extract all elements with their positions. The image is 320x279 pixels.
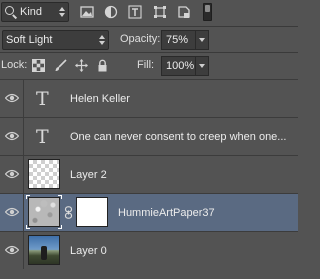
visibility-toggle[interactable]	[0, 194, 24, 231]
lock-transparent-pixels-icon[interactable]	[32, 59, 45, 72]
lock-options-row: Lock: Fill: 100%	[0, 52, 298, 78]
opacity-label: Opacity:	[120, 33, 161, 45]
layer-mask-thumbnail[interactable]	[76, 197, 108, 227]
layer-row-layer-0[interactable]: Layer 0	[0, 231, 298, 269]
layer-thumbnail[interactable]	[28, 235, 60, 265]
opacity-dropdown-button[interactable]	[195, 30, 209, 50]
lock-image-pixels-icon[interactable]	[54, 59, 67, 72]
type-layer-icon: T	[36, 88, 49, 110]
layer-name: Helen Keller	[70, 93, 130, 105]
image-filter-icon[interactable]	[80, 5, 94, 19]
smart-object-filter-icon[interactable]	[177, 5, 191, 19]
layer-filter-bar: Kind	[0, 0, 298, 26]
fill-dropdown-button[interactable]	[195, 56, 209, 76]
lock-all-icon[interactable]	[96, 59, 109, 72]
fill-value: 100%	[166, 60, 195, 72]
filter-toggle-switch[interactable]	[203, 3, 212, 21]
blend-mode-select[interactable]: Soft Light	[2, 30, 109, 50]
lock-label: Lock:	[1, 59, 28, 71]
blend-options-row: Soft Light Opacity: 75%	[0, 26, 298, 52]
mask-link-icon[interactable]	[64, 206, 73, 219]
eye-icon	[5, 245, 19, 255]
layer-name: Layer 0	[70, 245, 107, 257]
layer-row-helen-keller[interactable]: T Helen Keller	[0, 79, 298, 117]
search-icon	[5, 6, 14, 15]
eye-icon	[5, 207, 19, 217]
visibility-toggle[interactable]	[0, 156, 24, 193]
updown-arrows-icon	[59, 7, 65, 17]
layer-name: Layer 2	[70, 169, 107, 181]
eye-icon	[5, 93, 19, 103]
visibility-toggle[interactable]	[0, 232, 24, 269]
visibility-toggle[interactable]	[0, 118, 24, 155]
layer-row-hummieartpaper37[interactable]: HummieArtPaper37	[0, 193, 298, 231]
filter-kind-select[interactable]: Kind	[1, 2, 69, 22]
layer-name: HummieArtPaper37	[118, 207, 215, 219]
blend-mode-value: Soft Light	[6, 34, 53, 46]
fill-label: Fill:	[137, 59, 155, 71]
eye-icon	[5, 131, 19, 141]
eye-icon	[5, 169, 19, 179]
lock-position-icon[interactable]	[75, 59, 88, 72]
type-layer-icon: T	[36, 126, 49, 148]
adjustment-filter-icon[interactable]	[104, 5, 118, 19]
layer-thumbnail[interactable]	[28, 159, 60, 189]
opacity-input[interactable]: 75%	[161, 30, 195, 50]
layer-name: One can never consent to creep when one.…	[70, 131, 287, 143]
photo-figure	[41, 246, 47, 260]
shape-filter-icon[interactable]	[153, 5, 167, 19]
layers-list: T Helen Keller T One can never consent t…	[0, 79, 298, 269]
visibility-toggle[interactable]	[0, 80, 24, 117]
layer-row-layer-2[interactable]: Layer 2	[0, 155, 298, 193]
updown-arrows-icon	[99, 35, 105, 45]
opacity-value: 75%	[166, 34, 189, 46]
fill-input[interactable]: 100%	[161, 56, 195, 76]
layer-row-quote-text[interactable]: T One can never consent to creep when on…	[0, 117, 298, 155]
layer-thumbnail[interactable]	[26, 195, 62, 229]
type-filter-icon[interactable]	[128, 5, 142, 19]
filter-kind-label: Kind	[20, 6, 43, 18]
